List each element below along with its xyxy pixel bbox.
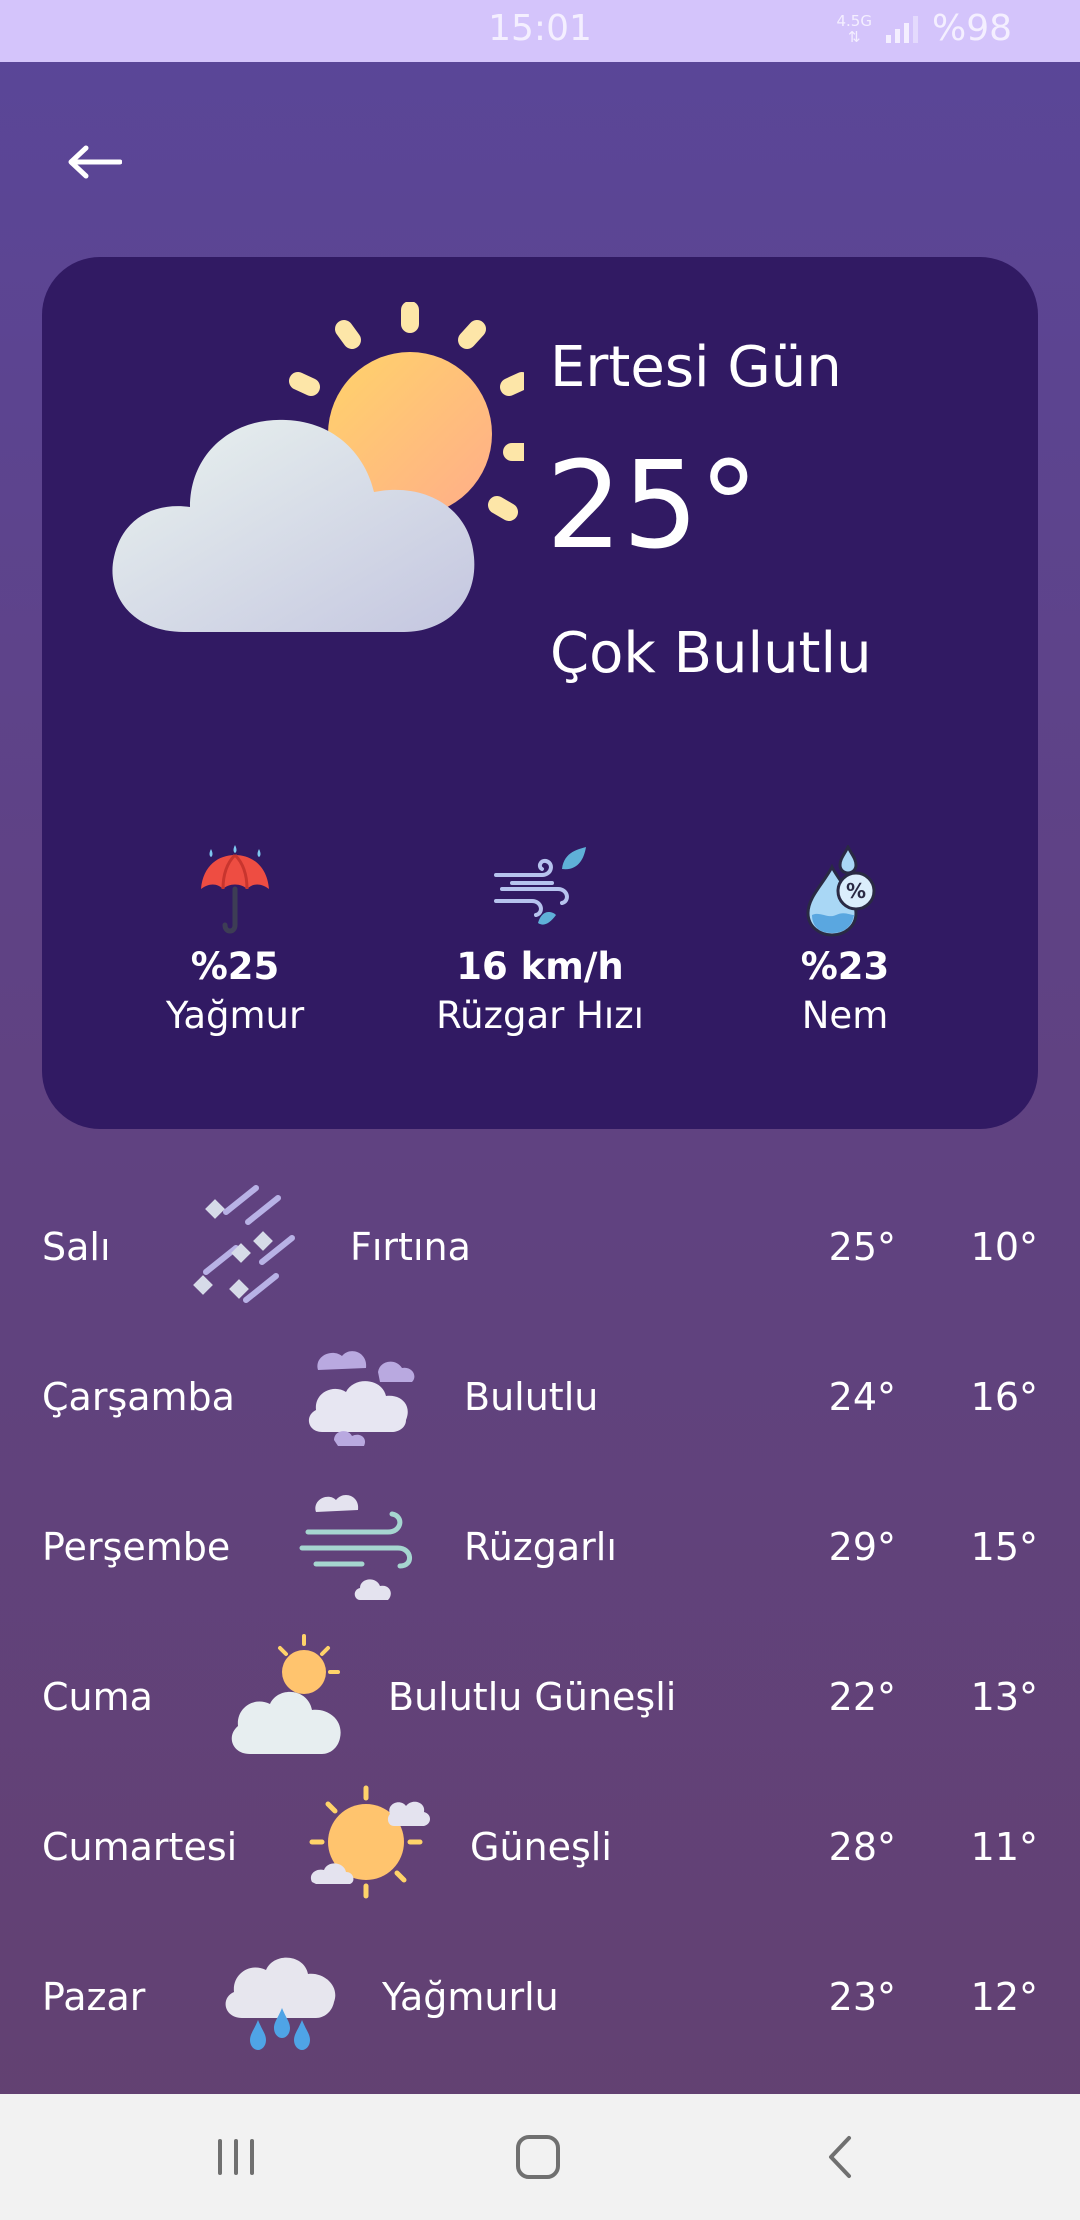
forecast-high: 28°	[828, 1825, 896, 1869]
nav-back-button[interactable]	[800, 2124, 880, 2190]
forecast-day: Çarşamba	[42, 1375, 235, 1419]
stat-humidity-value: %23	[800, 945, 890, 988]
stat-humidity: % %23 Nem	[695, 845, 995, 1037]
forecast-row[interactable]: Cuma Bulutlu Güneşli 22° 13°	[0, 1622, 1080, 1772]
stat-wind: 16 km/h Rüzgar Hızı	[390, 845, 690, 1037]
forecast-condition: Yağmurlu	[382, 1975, 559, 2019]
forecast-row[interactable]: Cumartesi Güneşli 28° 11°	[0, 1772, 1080, 1922]
forecast-low: 12°	[970, 1975, 1038, 2019]
signal-icon	[885, 15, 918, 43]
forecast-low: 11°	[970, 1825, 1038, 1869]
back-button[interactable]	[62, 130, 126, 194]
forecast-condition: Fırtına	[350, 1225, 471, 1269]
system-nav-bar	[0, 2094, 1080, 2220]
forecast-low: 13°	[970, 1675, 1038, 1719]
partly-sunny-icon	[231, 1634, 341, 1754]
hero-condition: Çok Bulutlu	[550, 621, 872, 686]
sunny-icon	[309, 1785, 430, 1899]
svg-text:%: %	[846, 879, 866, 903]
rain-icon	[225, 1957, 336, 2050]
forecast-day: Pazar	[42, 1975, 146, 2019]
forecast-high: 29°	[828, 1525, 896, 1569]
recent-apps-icon	[218, 2139, 254, 2175]
forecast-row[interactable]: Salı Fırtına 25° 10°	[0, 1172, 1080, 1322]
forecast-high: 24°	[828, 1375, 896, 1419]
forecast-low: 10°	[970, 1225, 1038, 1269]
stat-rain-label: Yağmur	[165, 994, 305, 1037]
network-type: 4.5G ⇅	[837, 13, 872, 45]
hero-card: Ertesi Gün 25° Çok Bulutlu %25 Yağmur 16…	[42, 257, 1038, 1129]
stat-rain: %25 Yağmur	[85, 845, 385, 1037]
status-indicators: 4.5G ⇅ %98	[837, 8, 1013, 49]
forecast-day: Cuma	[42, 1675, 153, 1719]
data-arrows-icon: ⇅	[847, 27, 861, 46]
humidity-drop-icon: %	[806, 845, 876, 937]
home-icon	[516, 2135, 560, 2179]
stat-humidity-label: Nem	[801, 994, 889, 1037]
chevron-left-icon	[829, 2136, 851, 2178]
forecast-day: Perşembe	[42, 1525, 231, 1569]
forecast-high: 23°	[828, 1975, 896, 2019]
stat-rain-value: %25	[190, 945, 280, 988]
stat-wind-value: 16 km/h	[456, 945, 624, 988]
network-label: 4.5G	[836, 11, 872, 30]
forecast-condition: Rüzgarlı	[464, 1525, 617, 1569]
umbrella-rain-icon	[201, 845, 269, 934]
forecast-high: 25°	[828, 1225, 896, 1269]
forecast-low: 15°	[970, 1525, 1038, 1569]
wind-icon	[494, 847, 586, 925]
forecast-high: 22°	[828, 1675, 896, 1719]
forecast-row[interactable]: Perşembe Rüzgarlı 29° 15°	[0, 1472, 1080, 1622]
hero-day: Ertesi Gün	[550, 335, 842, 400]
forecast-row[interactable]: Çarşamba Bulutlu 24° 16°	[0, 1322, 1080, 1472]
forecast-low: 16°	[970, 1375, 1038, 1419]
battery-level: %98	[931, 8, 1012, 49]
home-button[interactable]	[498, 2124, 578, 2190]
forecast-condition: Güneşli	[470, 1825, 612, 1869]
forecast-condition: Bulutlu	[464, 1375, 599, 1419]
forecast-day: Cumartesi	[42, 1825, 238, 1869]
arrow-left-icon	[68, 145, 122, 179]
forecast-row[interactable]: Pazar Yağmurlu 23° 12°	[0, 1922, 1080, 2072]
status-bar: 15:01 4.5G ⇅ %98	[0, 0, 1080, 62]
hero-temperature: 25°	[546, 437, 759, 576]
cloudy-icon	[308, 1351, 415, 1446]
recent-apps-button[interactable]	[196, 2124, 276, 2190]
forecast-day: Salı	[42, 1225, 111, 1269]
storm-icon	[193, 1185, 295, 1303]
sun-behind-cloud-icon	[112, 302, 524, 632]
stat-wind-label: Rüzgar Hızı	[436, 994, 644, 1037]
forecast-condition: Bulutlu Güneşli	[388, 1675, 677, 1719]
windy-icon	[299, 1495, 412, 1600]
